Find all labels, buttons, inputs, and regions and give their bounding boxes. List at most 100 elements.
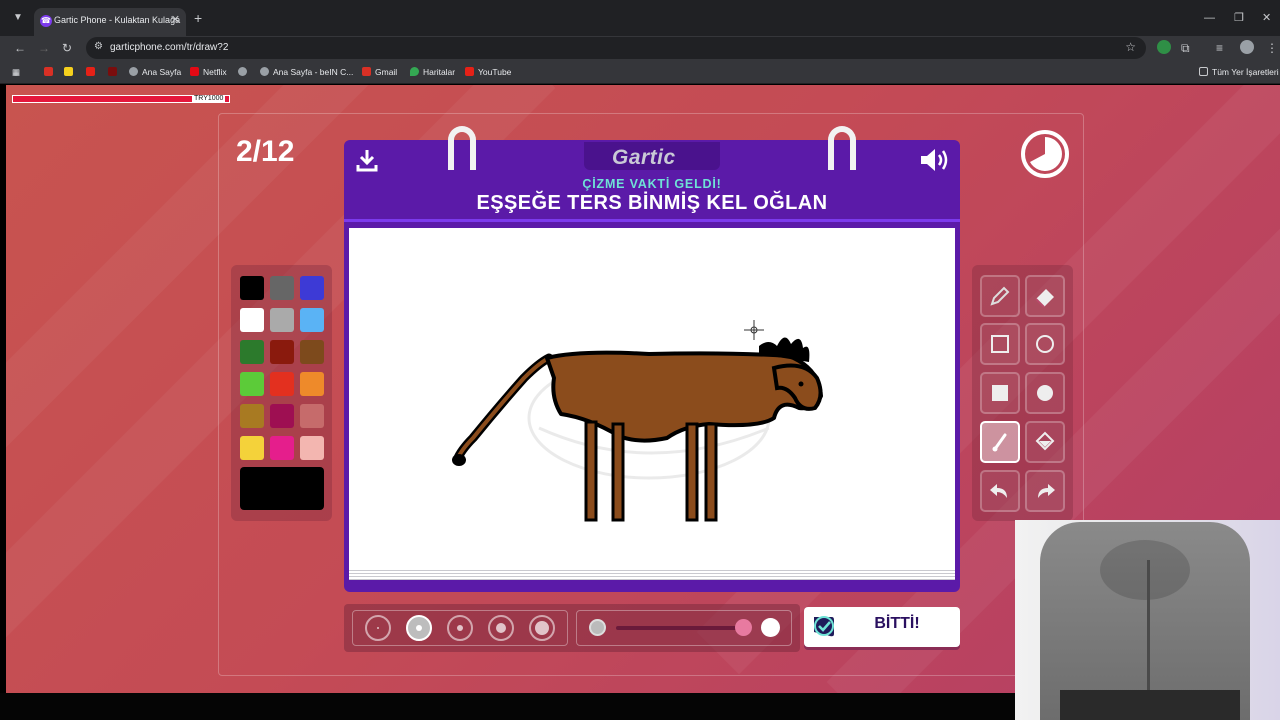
square-filled-icon bbox=[992, 385, 1008, 401]
opacity-slider-handle[interactable] bbox=[735, 619, 752, 636]
bookmark-gmail[interactable]: Gmail bbox=[362, 67, 397, 77]
extensions-puzzle-icon[interactable]: ⧉ bbox=[1181, 40, 1190, 56]
circle-filled-icon bbox=[1037, 385, 1053, 401]
download-icon[interactable] bbox=[354, 147, 380, 173]
redo-arrow-icon bbox=[1038, 484, 1055, 498]
rectangle-outline-tool[interactable] bbox=[980, 323, 1020, 365]
color-swatch[interactable] bbox=[270, 436, 294, 460]
bookmark-icon-yellow[interactable] bbox=[64, 67, 77, 77]
color-swatch[interactable] bbox=[240, 340, 264, 364]
color-swatch[interactable] bbox=[270, 340, 294, 364]
ellipse-outline-tool[interactable] bbox=[1025, 323, 1065, 365]
color-swatch[interactable] bbox=[300, 308, 324, 332]
youtube-shortcut-icon[interactable] bbox=[86, 67, 99, 77]
fill-bucket-tool[interactable] bbox=[1025, 421, 1065, 463]
apps-grid-icon[interactable]: ▦ bbox=[12, 67, 20, 78]
close-window-icon[interactable]: ✕ bbox=[1262, 11, 1271, 25]
brush-size-1[interactable] bbox=[365, 615, 391, 641]
color-swatch[interactable] bbox=[270, 404, 294, 428]
redo-tool[interactable] bbox=[1025, 470, 1065, 512]
media-control-icon[interactable]: ≡ bbox=[1216, 40, 1223, 56]
browser-toolbar: ← → ↻ ⚙ garticphone.com/tr/draw?2 ☆ ⧉ ≡ … bbox=[0, 36, 1280, 60]
brush-size-2[interactable] bbox=[406, 615, 432, 641]
color-swatch[interactable] bbox=[240, 308, 264, 332]
brush-size-3[interactable] bbox=[447, 615, 473, 641]
color-swatch[interactable] bbox=[240, 276, 264, 300]
bookmark-ana-sayfa[interactable]: Ana Sayfa bbox=[129, 67, 181, 77]
rectangle-fill-tool[interactable] bbox=[980, 372, 1020, 414]
browser-menu-icon[interactable]: ⋮ bbox=[1266, 40, 1278, 56]
bookmark-label: Netflix bbox=[203, 67, 227, 77]
line-tool[interactable] bbox=[980, 421, 1020, 463]
browser-tabstrip: ▼ ☎ Gartic Phone - Kulaktan Kulağa ✕ + —… bbox=[0, 0, 1280, 36]
round-counter: 2/12 bbox=[236, 135, 295, 168]
address-url: garticphone.com/tr/draw?2 bbox=[110, 42, 229, 53]
ellipse-fill-tool[interactable] bbox=[1025, 372, 1065, 414]
done-check-icon bbox=[814, 616, 834, 637]
opacity-slider-track[interactable] bbox=[616, 626, 752, 630]
undo-tool[interactable] bbox=[980, 470, 1020, 512]
tab-search-icon[interactable]: ▼ bbox=[10, 10, 26, 26]
color-swatch[interactable] bbox=[300, 404, 324, 428]
stream-power-value: TRY1000 bbox=[192, 95, 226, 103]
color-swatch[interactable] bbox=[300, 276, 324, 300]
color-swatch[interactable] bbox=[240, 404, 264, 428]
forward-icon[interactable]: → bbox=[38, 40, 50, 56]
color-swatch[interactable] bbox=[300, 372, 324, 396]
bookmark-youtube[interactable]: YouTube bbox=[465, 67, 511, 77]
bookmark-haritalar[interactable]: Haritalar bbox=[410, 67, 455, 77]
pencil-icon bbox=[990, 286, 1010, 306]
color-swatch[interactable] bbox=[300, 340, 324, 364]
tab-title: Gartic Phone - Kulaktan Kulağa bbox=[54, 15, 181, 25]
bookmark-label: Ana Sayfa bbox=[142, 67, 182, 77]
drawing-artwork bbox=[452, 320, 823, 522]
site-info-icon[interactable]: ⚙ bbox=[94, 41, 103, 52]
color-swatch[interactable] bbox=[270, 276, 294, 300]
new-tab-icon[interactable]: + bbox=[194, 11, 202, 25]
address-bar[interactable]: ⚙ garticphone.com/tr/draw?2 ☆ bbox=[86, 37, 1146, 59]
all-bookmarks-label: Tüm Yer İşaretleri bbox=[1212, 67, 1279, 77]
color-swatch[interactable] bbox=[270, 372, 294, 396]
back-icon[interactable]: ← bbox=[14, 40, 26, 56]
current-color-preview bbox=[240, 467, 324, 510]
bookmark-bein[interactable]: Ana Sayfa - beIN C... bbox=[260, 67, 353, 77]
opacity-high-icon bbox=[761, 618, 780, 637]
reload-icon[interactable]: ↻ bbox=[62, 40, 72, 56]
line-icon bbox=[992, 433, 1007, 452]
pen-tool[interactable] bbox=[980, 275, 1020, 317]
sound-icon[interactable] bbox=[918, 146, 950, 174]
timer-clock-icon bbox=[1021, 130, 1069, 178]
bookmark-label: Gmail bbox=[375, 67, 398, 77]
color-swatch[interactable] bbox=[270, 308, 294, 332]
crosshair-cursor-icon bbox=[744, 320, 764, 340]
eraser-icon bbox=[1035, 289, 1054, 308]
minimize-icon[interactable]: — bbox=[1204, 11, 1215, 25]
done-button-label: BİTTİ! bbox=[874, 615, 920, 632]
brush-size-4[interactable] bbox=[488, 615, 514, 641]
gartic-favicon-icon: ☎ bbox=[40, 15, 52, 27]
color-swatch[interactable] bbox=[240, 436, 264, 460]
restore-icon[interactable]: ❐ bbox=[1234, 11, 1244, 25]
bookmark-icon-red[interactable] bbox=[108, 67, 121, 77]
gmail-shortcut-icon[interactable] bbox=[44, 67, 57, 77]
all-bookmarks[interactable]: Tüm Yer İşaretleri bbox=[1199, 67, 1279, 77]
color-swatch[interactable] bbox=[300, 436, 324, 460]
bookmark-star-icon[interactable]: ☆ bbox=[1125, 40, 1136, 54]
bookmark-label: Haritalar bbox=[423, 67, 456, 77]
extension-shield-icon[interactable] bbox=[1157, 40, 1171, 54]
opacity-low-icon bbox=[589, 619, 606, 636]
bookmark-label: YouTube bbox=[478, 67, 512, 77]
color-swatch[interactable] bbox=[240, 372, 264, 396]
brush-size-5[interactable] bbox=[529, 615, 555, 641]
tab-close-icon[interactable]: ✕ bbox=[171, 13, 180, 26]
draw-prompt-phrase: EŞŞEĞE TERS BİNMİŞ KEL OĞLAN bbox=[476, 192, 828, 214]
eraser-tool[interactable] bbox=[1025, 275, 1065, 317]
browser-tab[interactable]: ☎ Gartic Phone - Kulaktan Kulağa ✕ bbox=[34, 8, 186, 36]
undo-arrow-icon bbox=[990, 484, 1007, 498]
bookmark-label: Ana Sayfa - beIN C... bbox=[273, 67, 354, 77]
notebook-ring bbox=[828, 126, 856, 170]
draw-prompt-subtitle: ÇİZME VAKTİ GELDİ! bbox=[582, 177, 722, 191]
bookmark-globe-icon[interactable] bbox=[238, 67, 251, 77]
bookmark-netflix[interactable]: Netflix bbox=[190, 67, 227, 77]
profile-avatar[interactable] bbox=[1240, 40, 1254, 54]
